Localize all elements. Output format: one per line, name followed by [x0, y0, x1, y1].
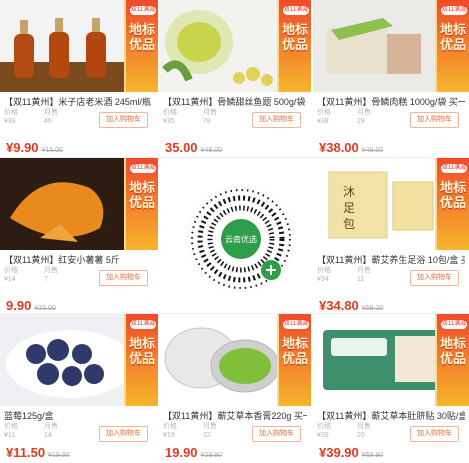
product-title[interactable]: 蓝莓125g/盒	[4, 409, 154, 422]
product-meta-2: 月售 7	[44, 267, 58, 283]
product-title[interactable]: 【双11黄州】骨鳞甜丝鱼题 500g/袋 买一送一	[163, 95, 307, 108]
product-card[interactable]: 双11满减 地标优品 【双11黄州】蕲艾草本香膏220g 买一赠一 价格¥19 …	[159, 314, 311, 463]
product-image[interactable]: 双11满减 地标优品	[313, 314, 469, 406]
product-meta-2: 月售 14	[44, 423, 58, 439]
promo-headline: 地标优品	[440, 336, 467, 366]
product-image[interactable]: 双11满减 地标优品	[0, 0, 158, 92]
promo-headline: 地标优品	[282, 336, 309, 366]
promo-strip: 双11满减 地标优品	[124, 314, 158, 406]
product-title[interactable]: 【双11黄州】蕲艾草本肚脐贴 30贴/盒 买一赠一	[317, 409, 465, 422]
add-to-cart-button[interactable]: 加入购物车	[410, 270, 459, 286]
svg-text:沐: 沐	[343, 185, 355, 199]
product-meta: 价格 ¥35	[163, 109, 177, 125]
product-meta-2: 月售 46	[44, 109, 58, 125]
product-price: 9.90 ¥15.00	[6, 298, 56, 312]
product-meta-2: 月售 11	[357, 267, 371, 283]
add-to-cart-button[interactable]: 加入购物车	[410, 426, 459, 442]
product-image[interactable]: 沐 足 包 双11满减 地标优品	[313, 158, 469, 250]
promo-headline: 地标优品	[129, 22, 156, 52]
product-card[interactable]: 双11满减 地标优品 【双11黄州】米子店老米酒 245ml/瓶 价格 ¥38 月…	[0, 0, 158, 156]
product-meta: 价格 ¥34	[317, 267, 331, 283]
product-meta-2: 月售 29	[357, 109, 371, 125]
product-price: 35.00 ¥49.00	[165, 140, 222, 155]
product-meta: 价格 ¥39	[317, 423, 331, 439]
product-title[interactable]: 【双11黄州】红安小薯薯 5斤	[4, 253, 154, 266]
product-image[interactable]: 双11满减 地标优品	[159, 0, 311, 92]
svg-text:足: 足	[343, 201, 355, 215]
promo-headline: 地标优品	[129, 180, 156, 210]
product-price: ¥9.90 ¥15.00	[6, 140, 63, 155]
add-to-cart-button[interactable]: 加入购物车	[99, 112, 148, 128]
qr-center-label: 云南优选	[225, 235, 257, 244]
add-to-cart-button[interactable]: 加入购物车	[410, 112, 459, 128]
product-price: ¥39.90 ¥59.90	[319, 445, 384, 460]
product-meta: 价格 ¥38	[317, 109, 331, 125]
promo-headline: 地标优品	[440, 22, 467, 52]
promo-badge: 双11满减	[130, 164, 156, 173]
product-image[interactable]: 双11满减 地标优品	[0, 314, 158, 406]
product-image[interactable]: 双11满减 地标优品	[159, 314, 311, 406]
product-price: ¥34.80 ¥59.00	[319, 298, 384, 312]
product-card[interactable]: 双11满减 地标优品 蓝莓125g/盒 价格 ¥11 月售 14 加入购物车 ¥11…	[0, 314, 158, 463]
promo-badge: 双11满减	[441, 164, 467, 173]
promo-badge: 双11满减	[441, 320, 467, 329]
product-meta-2: 月售 32	[203, 423, 217, 439]
promo-headline: 地标优品	[282, 22, 309, 52]
promo-strip: 双11满减 地标优品	[277, 0, 311, 92]
product-card[interactable]: 双11满减 地标优品 【双11黄州】骨鳞甜丝鱼题 500g/袋 买一送一 价格¥…	[159, 0, 311, 156]
promo-badge: 双11满减	[441, 6, 467, 15]
mini-program-qr-code[interactable]: 云南优选	[186, 184, 296, 294]
promo-strip: 双11满减 地标优品	[435, 0, 469, 92]
product-card[interactable]: 沐 足 包 双11满减 地标优品 【双11黄州】蕲艾养生足浴 10包/盒 买一赠…	[313, 158, 469, 312]
promo-badge: 双11满减	[283, 6, 309, 15]
product-title[interactable]: 【双11黄州】蕲艾养生足浴 10包/盒 买一赠一	[317, 253, 465, 266]
promo-strip: 双11满减 地标优品	[124, 0, 158, 92]
promo-badge: 双11满减	[130, 320, 156, 329]
promo-strip: 双11满减 地标优品	[124, 158, 158, 250]
product-card[interactable]: 双11满减 地标优品 【双11黄州】蕲艾草本肚脐贴 30贴/盒 买一赠一 价格¥…	[313, 314, 469, 463]
product-title[interactable]: 【双11黄州】蕲艾草本香膏220g 买一赠一	[163, 409, 307, 422]
product-meta-2: 月售 78	[203, 109, 217, 125]
promo-strip: 双11满减 地标优品	[277, 314, 311, 406]
product-card[interactable]: 双11满减 地标优品 【双11黄州】骨鳞肉糕 1000g/袋 买一送一 价格¥3…	[313, 0, 469, 156]
product-image[interactable]: 双11满减 地标优品	[0, 158, 158, 250]
product-meta: 价格 ¥11	[4, 423, 18, 439]
product-image[interactable]: 双11满减 地标优品	[313, 0, 469, 92]
product-price: ¥38.00 ¥49.00	[319, 140, 384, 155]
promo-badge: 双11满减	[283, 320, 309, 329]
add-to-cart-button[interactable]: 加入购物车	[99, 426, 148, 442]
add-to-cart-button[interactable]: 加入购物车	[99, 270, 148, 286]
product-card[interactable]: 双11满减 地标优品 【双11黄州】红安小薯薯 5斤 价格 ¥14 月售 7 加入购…	[0, 158, 158, 312]
product-meta-2: 月售 20	[357, 423, 371, 439]
add-to-cart-button[interactable]: 加入购物车	[252, 426, 301, 442]
product-meta: 价格 ¥38	[4, 109, 18, 125]
product-meta: 价格 ¥14	[4, 267, 18, 283]
product-title[interactable]: 【双11黄州】骨鳞肉糕 1000g/袋 买一送一	[317, 95, 465, 108]
svg-text:包: 包	[343, 217, 355, 231]
product-price: ¥11.50 ¥19.90	[6, 445, 70, 460]
promo-headline: 地标优品	[129, 336, 156, 366]
promo-badge: 双11满减	[130, 6, 156, 15]
product-meta: 价格 ¥19	[163, 423, 177, 439]
add-to-cart-button[interactable]: 加入购物车	[252, 112, 301, 128]
product-title[interactable]: 【双11黄州】米子店老米酒 245ml/瓶	[4, 95, 154, 108]
promo-strip: 双11满减 地标优品	[435, 314, 469, 406]
promo-headline: 地标优品	[440, 180, 467, 210]
promo-strip: 双11满减 地标优品	[435, 158, 469, 250]
product-price: 19.90 ¥29.90	[165, 445, 222, 460]
